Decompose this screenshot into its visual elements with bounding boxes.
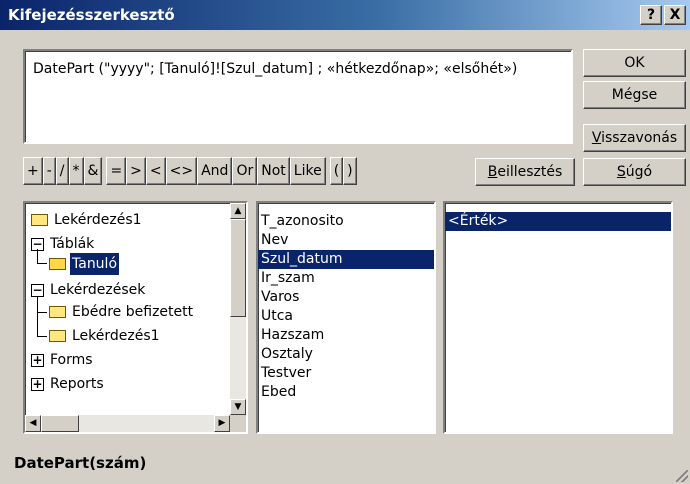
field-item[interactable]: Nev (258, 231, 434, 250)
tree-connector (37, 263, 47, 264)
undo-label: isszavonás (601, 130, 678, 146)
operator-less-button[interactable]: < (145, 157, 166, 185)
tree-item-lekerdezesek[interactable]: − Lekérdezések (31, 279, 147, 301)
expand-icon: + (31, 376, 44, 391)
operator-and-button[interactable]: And (197, 157, 233, 185)
open-folder-icon (49, 258, 66, 270)
operator-greater-button[interactable]: > (126, 157, 146, 185)
field-item[interactable]: T_azonosito (258, 212, 434, 231)
paste-accel: B (487, 164, 498, 180)
field-item[interactable]: Varos (258, 288, 434, 307)
operator-not-button[interactable]: Not (257, 157, 290, 185)
resize-grip-icon[interactable] (676, 470, 688, 482)
field-item[interactable]: Ir_szam (258, 269, 434, 288)
title-bar: Kifejezésszerkesztő ? X (0, 0, 690, 30)
folder-icon (49, 306, 66, 318)
field-item[interactable]: Ebed (258, 383, 434, 402)
paste-label: eillesztés (497, 164, 563, 180)
window-title: Kifejezésszerkesztő (8, 6, 175, 24)
expression-box[interactable]: DatePart ("yyyy"; [Tanuló]![Szul_datum] … (23, 49, 573, 144)
close-button[interactable]: X (664, 5, 686, 25)
value-item-selected[interactable]: <Érték> (445, 212, 671, 231)
operator-plus-button[interactable]: + (23, 157, 43, 185)
tree-item-forms[interactable]: + Forms (31, 349, 95, 371)
ok-button[interactable]: OK (583, 49, 686, 77)
scroll-down-icon[interactable]: ▼ (230, 399, 246, 415)
tree-item-reports[interactable]: + Reports (31, 373, 106, 395)
field-item[interactable]: Utca (258, 307, 434, 326)
scroll-left-icon[interactable]: ◀ (25, 415, 41, 432)
expand-icon: + (31, 352, 44, 367)
scroll-thumb-horizontal[interactable] (41, 415, 79, 432)
object-tree: Lekérdezés1 − Táblák Tanuló − Lekérdezés… (23, 201, 248, 434)
tree-horizontal-scrollbar[interactable]: ◀ ▶ (25, 415, 230, 432)
field-item-selected[interactable]: Szul_datum (258, 250, 434, 269)
scroll-thumb[interactable] (230, 219, 246, 317)
scroll-right-icon[interactable]: ▶ (214, 415, 230, 432)
operator-minus-button[interactable]: - (42, 157, 56, 185)
undo-accel: V (591, 130, 602, 146)
tree-item-tablak[interactable]: − Táblák (31, 233, 96, 255)
tree-item-lekerdezes1-query[interactable]: Lekérdezés1 (49, 325, 162, 347)
field-item[interactable]: Hazszam (258, 326, 434, 345)
help-button[interactable]: Súgó (583, 158, 686, 186)
paste-button[interactable]: Beillesztés (475, 158, 575, 186)
scroll-up-icon[interactable]: ▲ (230, 203, 246, 219)
operator-like-button[interactable]: Like (289, 157, 326, 185)
folder-icon (49, 330, 66, 342)
operator-concat-button[interactable]: & (83, 157, 103, 185)
tree-connector (37, 336, 47, 337)
expression-builder-dialog: Kifejezésszerkesztő ? X DatePart ("yyyy"… (0, 0, 690, 484)
folder-icon (31, 214, 48, 226)
tree-connector (37, 296, 38, 336)
field-item[interactable]: Osztaly (258, 345, 434, 364)
field-item[interactable]: Testver (258, 364, 434, 383)
operator-notequal-button[interactable]: <> (165, 157, 198, 185)
operator-equals-button[interactable]: = (106, 157, 127, 185)
operator-close-paren-button[interactable]: ) (343, 157, 357, 185)
help-title-button[interactable]: ? (640, 5, 662, 25)
tree-connector (37, 312, 47, 313)
undo-button[interactable]: Visszavonás (583, 124, 686, 152)
tree-item-ebedre-befizetett[interactable]: Ebédre befizetett (49, 301, 195, 323)
collapse-icon: − (31, 282, 44, 297)
help-accel: S (616, 164, 626, 180)
tree-connector (37, 249, 38, 263)
field-list: T_azonosito Nev Szul_datum Ir_szam Varos… (256, 201, 436, 434)
operator-open-paren-button[interactable]: ( (329, 157, 344, 185)
cancel-button[interactable]: Mégse (583, 81, 686, 109)
tree-item-tanulo[interactable]: Tanuló (49, 253, 120, 275)
operator-bar: + - / * & = > < <> And Or Not Like ( ) (23, 157, 357, 185)
operator-multiply-button[interactable]: * (68, 157, 84, 185)
tree-vertical-scrollbar[interactable]: ▲ ▼ (230, 203, 246, 415)
function-syntax-status: DatePart(szám) (14, 454, 147, 472)
operator-or-button[interactable]: Or (232, 157, 258, 185)
scroll-corner (230, 415, 246, 432)
operator-divide-button[interactable]: / (55, 157, 69, 185)
help-label: úgó (625, 164, 653, 180)
tree-item-lekerdezes1[interactable]: Lekérdezés1 (31, 209, 144, 231)
value-list: <Érték> (443, 201, 673, 434)
